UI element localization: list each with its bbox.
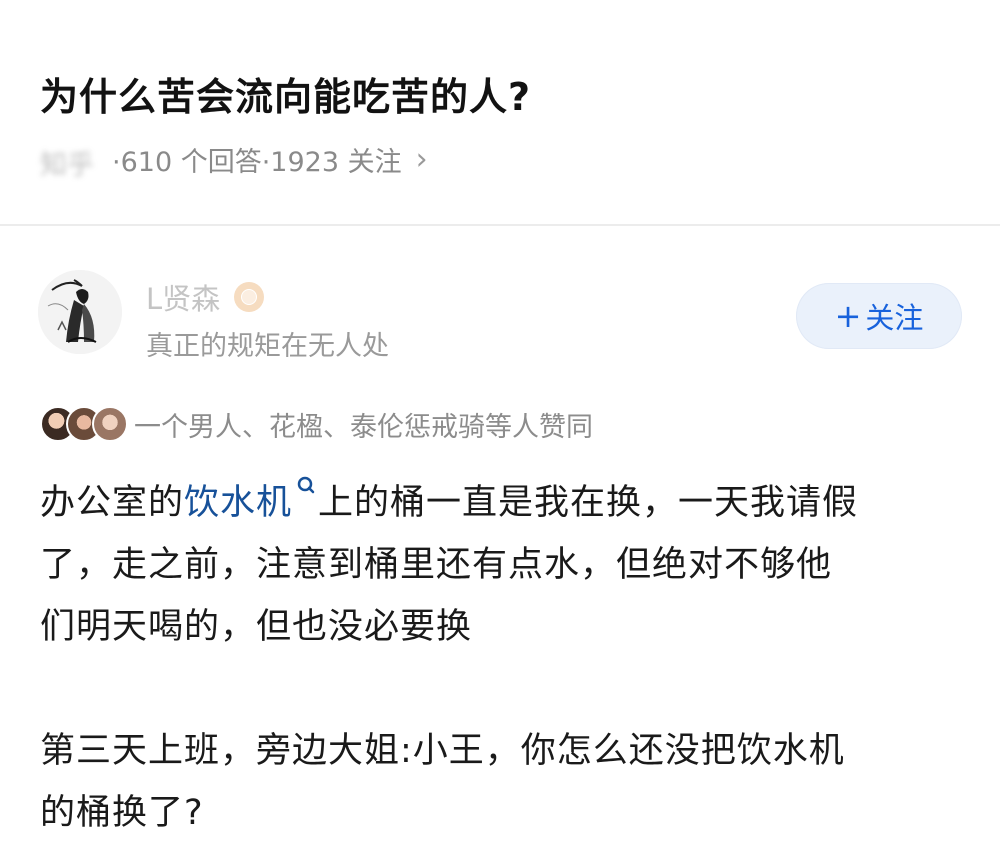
answer-text: 上的桶一直是我在换，一天我请假	[318, 483, 859, 523]
chevron-right-icon: ›	[415, 142, 428, 177]
question-title[interactable]: 为什么苦会流向能吃苦的人?	[40, 66, 531, 121]
answer-line: 了，走之前，注意到桶里还有点水，但绝对不够他	[40, 545, 833, 585]
follow-button[interactable]: + 关注	[796, 283, 962, 349]
answer-line: 办公室的饮水机 上的桶一直是我在换，一天我请假	[40, 472, 970, 534]
answer-page: 为什么苦会流向能吃苦的人? 知乎 ·610 个回答·1923 关注 › L贤森 …	[0, 0, 1000, 855]
answer-text: 办公室的	[40, 483, 185, 523]
author-name[interactable]: L贤森	[146, 276, 265, 318]
likes-summary[interactable]: 一个男人、花楹、泰伦惩戒骑等人赞同	[134, 405, 593, 444]
divider	[0, 224, 1000, 226]
liker-avatar	[92, 406, 128, 442]
keyword-link[interactable]: 饮水机	[184, 483, 292, 523]
answer-line: 们明天喝的，但也没必要换	[40, 607, 473, 647]
question-stats: ·610 个回答·1923 关注	[112, 147, 402, 178]
answer-line: 的桶换了?	[40, 793, 204, 833]
follow-button-label: 关注	[865, 301, 924, 335]
source-label: 知乎	[40, 149, 94, 177]
ink-figure-avatar-icon	[38, 270, 122, 354]
search-icon[interactable]	[294, 474, 316, 504]
author-bio: 真正的规矩在无人处	[146, 331, 389, 362]
plus-icon: +	[834, 297, 862, 335]
author-name-label: L贤森	[146, 282, 221, 316]
liker-avatars[interactable]	[40, 406, 130, 442]
badge-icon	[234, 282, 265, 312]
author-avatar[interactable]	[38, 270, 122, 354]
answer-content: 办公室的饮水机 上的桶一直是我在换，一天我请假 了，走之前，注意到桶里还有点水，但…	[40, 472, 970, 844]
answer-line: 第三天上班，旁边大姐:小王，你怎么还没把饮水机	[40, 731, 845, 771]
question-meta[interactable]: 知乎 ·610 个回答·1923 关注 ›	[40, 140, 428, 179]
